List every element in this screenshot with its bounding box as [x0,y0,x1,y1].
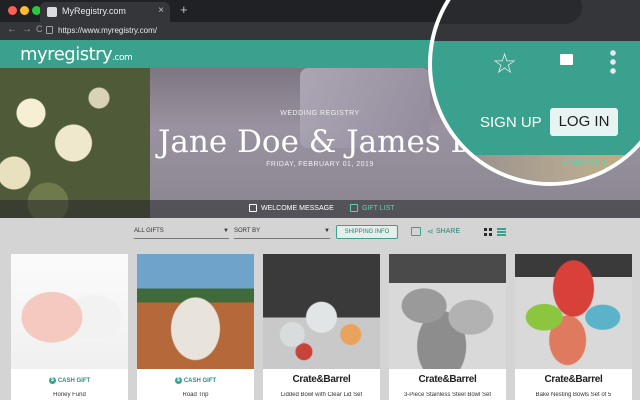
category-select[interactable]: ALL GIFTS ▼ [134,227,229,239]
road-trip-image [137,254,254,369]
cash-gift-badge: $ CASH GIFT [137,377,254,384]
share-icon: ⋖ [427,227,434,236]
share-label: SHARE [436,228,461,235]
gift-card[interactable]: Crate&Barrel Lidded Bowl with Clear Lid … [263,254,380,400]
print-icon[interactable] [411,227,421,236]
gift-title: Lidded Bowl with Clear Lid Set [280,392,363,398]
gift-title: 3-Piece Stainless Steel Bowl Set [403,392,492,398]
share-button[interactable]: ⋖ SHARE [427,227,461,236]
new-tab-button[interactable]: + [180,2,188,17]
address-bar[interactable]: https://www.myregistry.com/ [58,26,157,35]
bookmark-star-icon[interactable]: ☆ [492,47,517,80]
grid-view-icon[interactable] [484,228,492,236]
minimize-window-button[interactable] [20,6,29,15]
forward-button[interactable]: → [22,24,32,35]
brand-logo: Crate&Barrel [544,374,603,385]
site-logo[interactable]: myregistry.com [20,44,133,65]
shipping-info-button[interactable]: SHIPPING INFO [336,225,398,239]
chevron-down-icon: ▼ [324,228,330,234]
tab-title: MyRegistry.com [62,6,126,16]
log-in-button[interactable]: LOG IN [550,108,618,136]
flowers-image [0,68,150,218]
cash-gift-badge: $ CASH GIFT [11,377,128,384]
chevron-down-icon: ▼ [223,228,229,234]
gift-card[interactable]: $ CASH GIFT Honey Fund [11,254,128,400]
dollar-icon: $ [48,377,56,384]
gift-title: Road Trip [182,392,209,398]
nesting-bowls-image [515,254,632,369]
list-view-icon[interactable] [497,228,506,236]
gift-list-icon [350,204,358,212]
brand-logo: Crate&Barrel [292,374,351,385]
browser-tab[interactable]: MyRegistry.com × [40,2,170,22]
gift-grid: $ CASH GIFT Honey Fund $ CASH GIFT Road Tr… [0,248,640,400]
back-button[interactable]: ← [7,24,17,35]
close-window-button[interactable] [8,6,17,15]
category-select-value: ALL GIFTS [134,228,164,234]
language-link[interactable]: ESPAÑOL [562,158,609,169]
close-tab-icon[interactable]: × [158,5,164,16]
sign-up-link[interactable]: SIGN UP [480,114,542,131]
message-icon [249,204,257,212]
sort-select-value: SORT BY [234,228,261,234]
gift-icon [560,54,573,65]
gift-title: Honey Fund [53,392,86,398]
dollar-icon: $ [174,377,182,384]
piggy-bank-image [11,254,128,369]
steel-bowls-image [389,254,506,369]
gift-card[interactable]: Crate&Barrel Bake Nesting Bowls Set of 5 [515,254,632,400]
reload-button[interactable]: C [36,24,43,34]
gift-card[interactable]: $ CASH GIFT Road Trip [137,254,254,400]
filter-bar: ALL GIFTS ▼ SORT BY ▼ SHIPPING INFO ⋖ SH… [0,218,640,248]
magnifier-callout: ☆ SIGN UP LOG IN ESPAÑOL [428,0,640,186]
magnified-address-bar [432,0,582,24]
gift-icon [47,7,57,17]
gift-title: Bake Nesting Bowls Set of 5 [535,392,612,398]
gift-card[interactable]: Crate&Barrel 3-Piece Stainless Steel Bow… [389,254,506,400]
registry-tabs: WELCOME MESSAGE GIFT LIST [0,200,640,218]
lock-icon [46,26,53,34]
tab-gift-list[interactable]: GIFT LIST [362,205,395,212]
tab-welcome-message[interactable]: WELCOME MESSAGE [261,205,334,212]
browser-menu-icon[interactable] [610,50,616,76]
brand-logo: Crate&Barrel [418,374,477,385]
lidded-bowls-image [263,254,380,369]
sort-select[interactable]: SORT BY ▼ [234,227,330,239]
